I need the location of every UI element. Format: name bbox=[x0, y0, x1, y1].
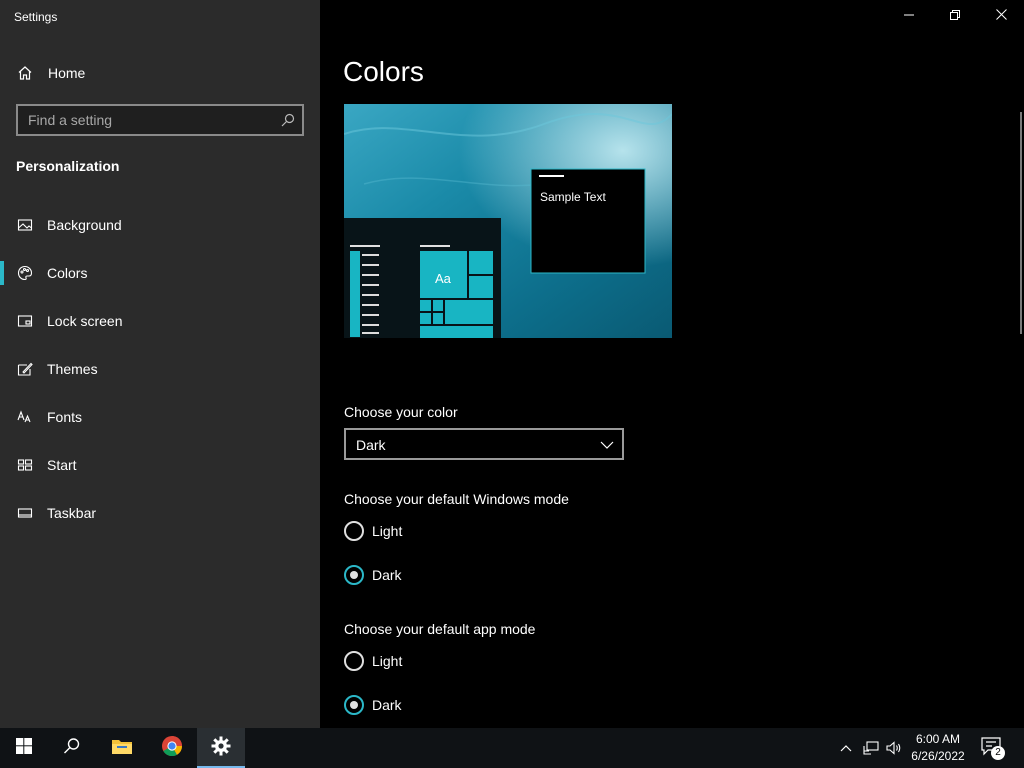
radio-label: Light bbox=[372, 523, 403, 539]
search-icon bbox=[63, 737, 81, 760]
windows-logo-icon bbox=[16, 737, 32, 759]
clock-time: 6:00 AM bbox=[915, 732, 961, 746]
search-icon[interactable] bbox=[280, 112, 296, 133]
action-center-button[interactable]: 2 bbox=[980, 736, 1005, 761]
chevron-up-icon[interactable] bbox=[836, 738, 856, 758]
file-explorer-button[interactable] bbox=[98, 728, 146, 768]
chrome-button[interactable] bbox=[148, 728, 196, 768]
taskbar-search-button[interactable] bbox=[48, 728, 96, 768]
start-icon bbox=[17, 457, 33, 478]
app-mode-dark-radio[interactable]: Dark bbox=[344, 693, 544, 717]
color-preview: Aa Sample Text bbox=[344, 104, 672, 338]
radio-label: Dark bbox=[372, 567, 402, 583]
sidebar-item-themes[interactable]: Themes bbox=[0, 351, 320, 387]
selected-indicator bbox=[0, 261, 4, 285]
clock-date: 6/26/2022 bbox=[911, 749, 965, 763]
app-mode-label: Choose your default app mode bbox=[344, 621, 536, 637]
windows-mode-dark-radio[interactable]: Dark bbox=[344, 563, 544, 587]
sidebar-item-background[interactable]: Background bbox=[0, 207, 320, 243]
system-clock[interactable]: 6:00 AM 6/26/2022 bbox=[904, 731, 972, 765]
network-icon[interactable] bbox=[861, 738, 881, 758]
chevron-down-icon bbox=[600, 438, 614, 456]
fonts-icon bbox=[17, 409, 33, 430]
minimize-button[interactable] bbox=[886, 0, 932, 32]
volume-icon[interactable] bbox=[884, 738, 904, 758]
restore-icon bbox=[950, 7, 960, 25]
preview-tile-text: Aa bbox=[435, 271, 451, 286]
chrome-icon bbox=[161, 735, 183, 762]
windows-mode-label: Choose your default Windows mode bbox=[344, 491, 569, 507]
sidebar-item-label: Themes bbox=[47, 361, 98, 377]
section-heading: Personalization bbox=[16, 158, 120, 174]
taskbar-icon bbox=[17, 505, 33, 526]
sidebar-item-lock-screen[interactable]: Lock screen bbox=[0, 303, 320, 339]
choose-color-dropdown[interactable]: Dark bbox=[344, 428, 624, 460]
folder-icon bbox=[111, 737, 133, 760]
settings-window: Settings Home Personalization bbox=[0, 0, 1024, 728]
home-icon bbox=[17, 65, 33, 86]
sidebar-item-start[interactable]: Start bbox=[0, 447, 320, 483]
settings-taskbar-button[interactable] bbox=[197, 728, 245, 768]
palette-icon bbox=[17, 265, 33, 286]
page-title: Colors bbox=[343, 56, 424, 87]
themes-icon bbox=[17, 361, 33, 382]
dropdown-value: Dark bbox=[356, 437, 386, 453]
notification-count-badge: 2 bbox=[991, 746, 1005, 760]
close-icon bbox=[995, 7, 1007, 25]
radio-circle bbox=[344, 521, 364, 541]
radio-label: Dark bbox=[372, 697, 402, 713]
picture-icon bbox=[17, 217, 33, 238]
choose-color-label: Choose your color bbox=[344, 404, 458, 420]
sidebar-item-label: Taskbar bbox=[47, 505, 97, 521]
radio-circle-checked bbox=[344, 565, 364, 585]
scrollbar[interactable] bbox=[1020, 112, 1022, 334]
window-controls bbox=[886, 0, 1024, 32]
lock-screen-icon bbox=[17, 313, 33, 334]
minimize-icon bbox=[904, 7, 914, 25]
windows-mode-light-radio[interactable]: Light bbox=[344, 519, 544, 543]
sidebar-item-colors[interactable]: Colors bbox=[0, 255, 320, 291]
search-input[interactable] bbox=[18, 106, 268, 134]
sidebar-item-label: Fonts bbox=[47, 409, 83, 425]
preview-sample-text: Sample Text bbox=[540, 190, 606, 204]
taskbar: 6:00 AM 6/26/2022 2 bbox=[0, 728, 1024, 768]
close-button[interactable] bbox=[978, 0, 1024, 32]
radio-circle-checked bbox=[344, 695, 364, 715]
radio-label: Light bbox=[372, 653, 403, 669]
sidebar-item-label: Colors bbox=[47, 265, 88, 281]
start-button[interactable] bbox=[0, 728, 48, 768]
app-title: Settings bbox=[14, 10, 58, 24]
gear-icon bbox=[211, 736, 231, 761]
sidebar-item-label: Lock screen bbox=[47, 313, 123, 329]
home-nav-item[interactable]: Home bbox=[0, 58, 320, 88]
home-label: Home bbox=[48, 65, 86, 81]
search-box bbox=[16, 104, 304, 136]
radio-circle bbox=[344, 651, 364, 671]
sidebar-item-label: Background bbox=[47, 217, 122, 233]
sidebar: Settings Home Personalization bbox=[0, 0, 320, 728]
app-mode-light-radio[interactable]: Light bbox=[344, 649, 544, 673]
sidebar-item-taskbar[interactable]: Taskbar bbox=[0, 495, 320, 531]
sidebar-item-label: Start bbox=[47, 457, 77, 473]
restore-button[interactable] bbox=[932, 0, 978, 32]
sidebar-item-fonts[interactable]: Fonts bbox=[0, 399, 320, 435]
